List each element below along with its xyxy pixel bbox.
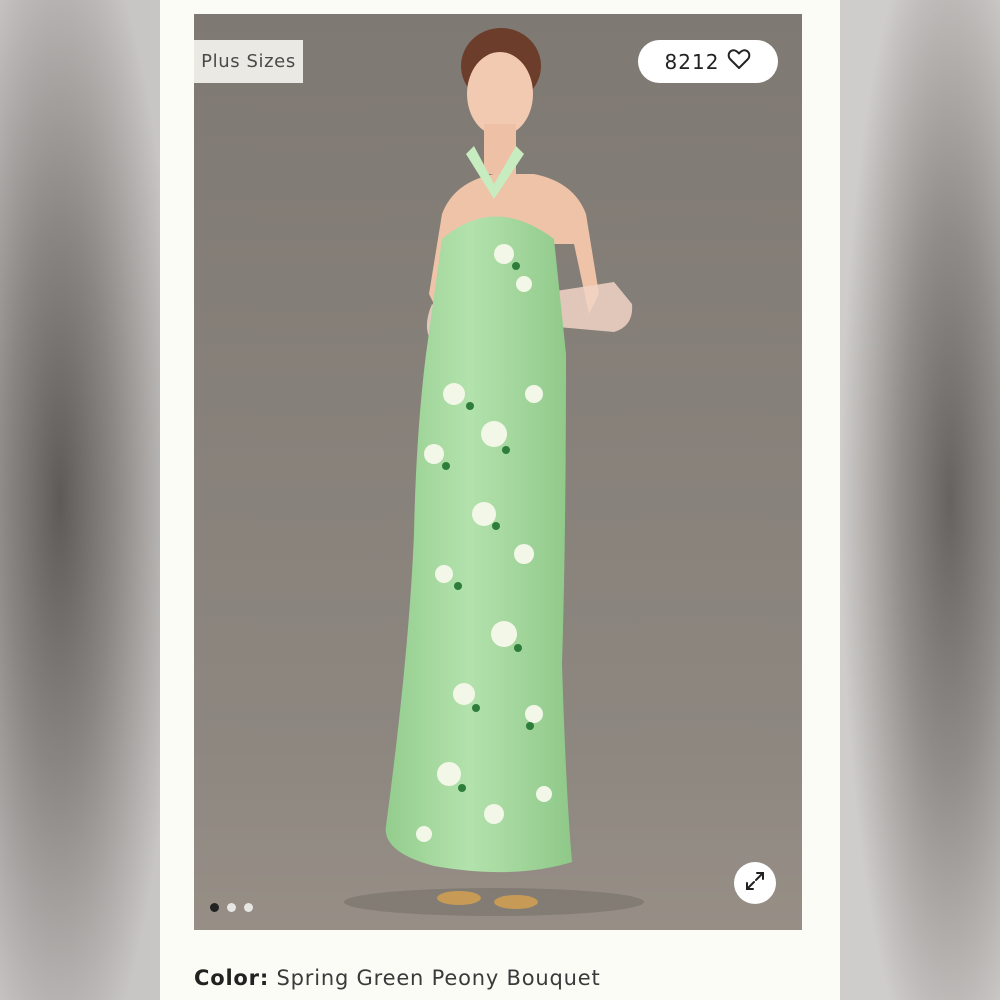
color-selection: Color: Spring Green Peony Bouquet (194, 966, 600, 990)
color-value: Spring Green Peony Bouquet (276, 966, 601, 990)
gallery-dot-1[interactable] (210, 903, 219, 912)
expand-button[interactable] (734, 862, 776, 904)
color-label: Color: (194, 966, 270, 990)
gallery-dot-2[interactable] (227, 903, 236, 912)
like-button[interactable]: 8212 (638, 40, 778, 83)
product-photo (194, 14, 802, 930)
plus-sizes-badge[interactable]: Plus Sizes (194, 40, 303, 83)
product-card: Plus Sizes 8212 Color: Spring Green Peon… (160, 0, 840, 1000)
heart-icon (727, 48, 751, 75)
gallery-dot-3[interactable] (244, 903, 253, 912)
blurred-backdrop-right (840, 0, 1000, 1000)
gallery-pagination (210, 903, 253, 912)
product-image-gallery[interactable]: Plus Sizes 8212 (194, 14, 802, 930)
expand-icon (744, 870, 766, 896)
like-count: 8212 (664, 49, 720, 74)
